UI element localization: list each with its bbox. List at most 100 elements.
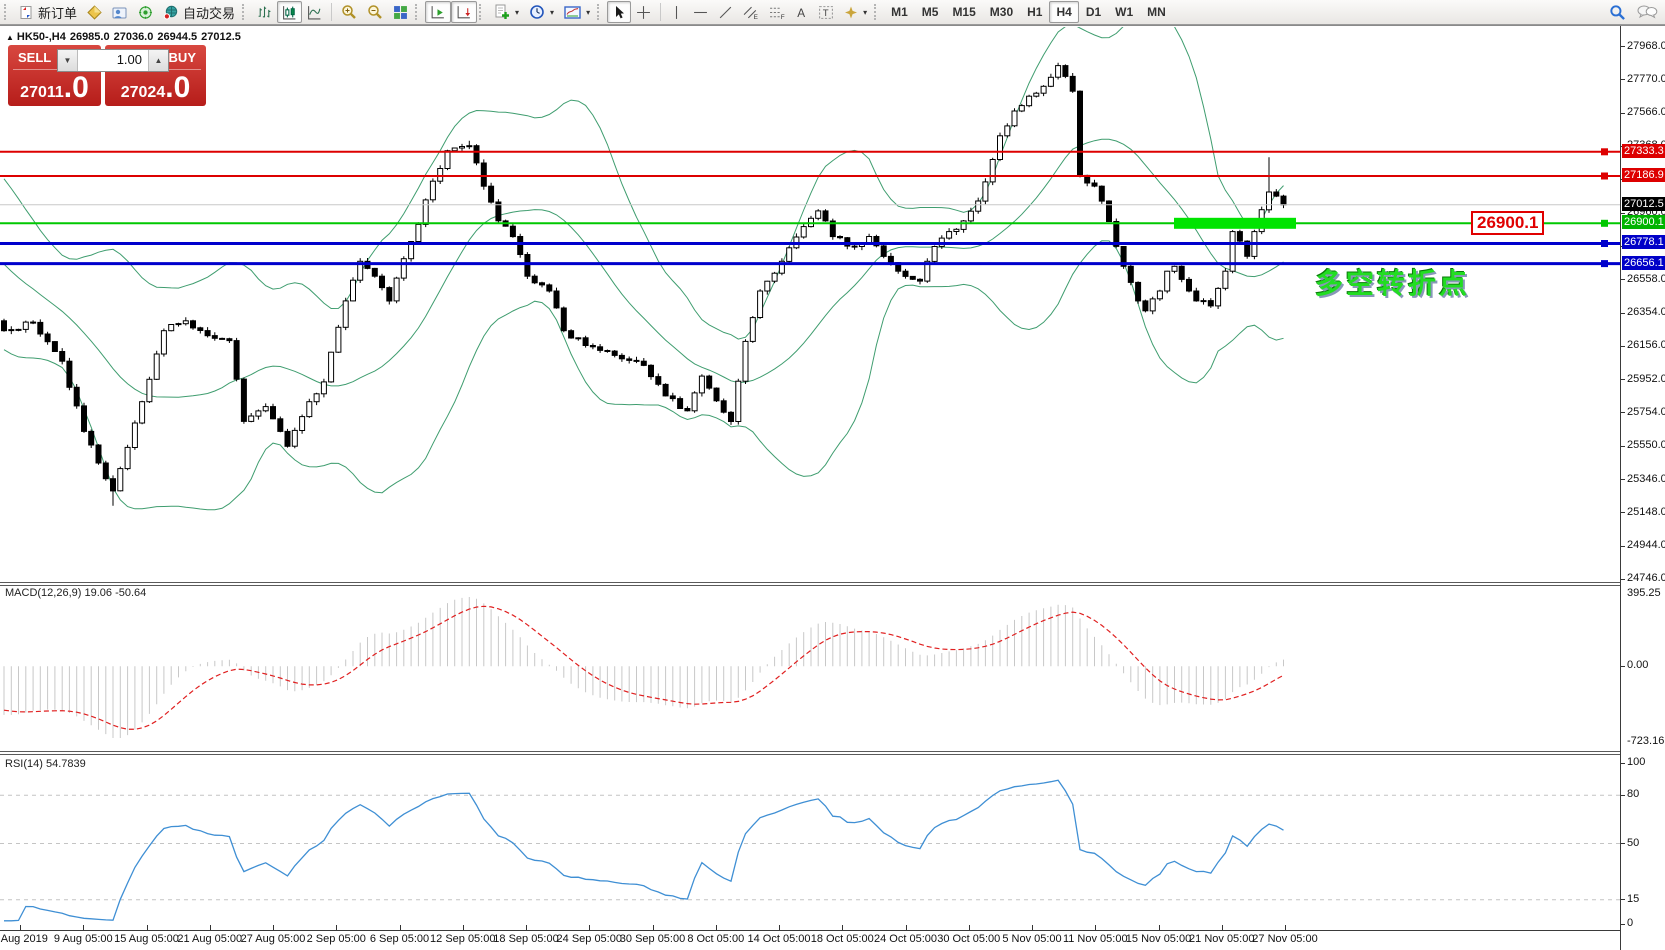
volume-spinner: ▼ 1.00 ▲ <box>57 49 169 72</box>
timeframe-button-m30[interactable]: M30 <box>983 1 1020 23</box>
tile-windows-button[interactable] <box>388 1 413 23</box>
time-axis-label: 21 Aug 05:00 <box>177 933 243 945</box>
pivot-highlight-bar[interactable] <box>1174 217 1296 229</box>
price-tick-mark <box>1621 112 1625 114</box>
volume-increase-button[interactable]: ▲ <box>148 50 168 71</box>
main-chart[interactable] <box>0 27 1620 582</box>
candle-up <box>22 321 29 330</box>
zoom-in-button[interactable] <box>336 1 362 23</box>
text-button[interactable]: A <box>790 1 813 23</box>
candle-up <box>328 351 335 383</box>
periods-button[interactable]: ▾ <box>524 1 559 23</box>
arrows-button[interactable]: ▾ <box>839 1 872 23</box>
navigator-button[interactable] <box>107 1 133 23</box>
timeframe-button-h4[interactable]: H4 <box>1049 1 1079 23</box>
timeframe-button-h1[interactable]: H1 <box>1020 1 1049 23</box>
bar-chart-button[interactable] <box>252 1 277 23</box>
time-tick-mark <box>1095 925 1097 930</box>
rsi-name: RSI(14) <box>5 758 43 770</box>
candle-up <box>982 181 989 202</box>
chart-annotation-text[interactable]: 多空转折点 <box>1315 262 1470 302</box>
tile-windows-icon <box>393 5 408 20</box>
time-tick-mark <box>462 925 464 930</box>
macd-name: MACD(12,26,9) <box>5 587 82 599</box>
autotrading-button[interactable]: 自动交易 <box>158 1 240 23</box>
timeframe-button-m1[interactable]: M1 <box>884 1 915 23</box>
new-order-button[interactable]: 新订单 <box>14 1 82 23</box>
chart-shift-button[interactable] <box>451 1 478 23</box>
candle-down <box>531 275 538 284</box>
price-axis[interactable]: 27968.027770.027566.027368.027164.026960… <box>1620 26 1665 950</box>
rsi-axis-tick <box>1621 762 1625 764</box>
timeframe-button-m5[interactable]: M5 <box>915 1 946 23</box>
candle-up <box>393 277 400 302</box>
collapse-trade-panel-icon[interactable]: ▲ <box>6 33 14 42</box>
toolbar-grip <box>242 4 249 20</box>
rsi-panel-chart[interactable] <box>0 755 1620 930</box>
templates-button[interactable]: ▾ <box>559 1 595 23</box>
level-price-label: 27333.3 <box>1622 143 1665 158</box>
fibonacci-button[interactable]: F <box>764 1 790 23</box>
price-tick-label: 26156.0 <box>1627 339 1665 352</box>
volume-decrease-button[interactable]: ▼ <box>58 50 78 71</box>
price-callout-label[interactable]: 26900.1 <box>1471 211 1545 236</box>
candle-up <box>1040 85 1047 94</box>
autotrading-icon <box>163 5 179 20</box>
price-tick-label: 24944.0 <box>1627 539 1665 552</box>
candle-down <box>1280 195 1287 206</box>
time-tick-mark <box>1158 925 1160 930</box>
auto-scroll-button[interactable] <box>425 1 452 23</box>
candle-up <box>1018 105 1025 112</box>
search-button[interactable] <box>1604 1 1631 23</box>
line-endpoint-marker[interactable] <box>1601 260 1608 268</box>
time-axis-label: 24 Sep 05:00 <box>556 933 622 945</box>
time-tick-mark <box>589 925 591 930</box>
time-axis-label: 18 Oct 05:00 <box>810 933 874 945</box>
candle-up <box>320 381 327 395</box>
macd-panel-chart[interactable] <box>0 585 1620 750</box>
candle-down <box>1077 90 1083 176</box>
candle-up <box>175 323 182 326</box>
candle-down <box>1135 281 1142 302</box>
candle-down <box>1127 265 1134 283</box>
zoom-out-button[interactable] <box>362 1 388 23</box>
market-watch-button[interactable] <box>82 1 107 23</box>
price-tick-label: 27566.0 <box>1627 106 1665 119</box>
timeframe-button-d1[interactable]: D1 <box>1079 1 1108 23</box>
candlestick-chart-button[interactable] <box>277 1 303 23</box>
vertical-line-button[interactable] <box>665 1 688 23</box>
line-endpoint-marker[interactable] <box>1601 148 1608 156</box>
volume-input[interactable]: 1.00 <box>78 50 148 71</box>
line-endpoint-marker[interactable] <box>1601 240 1608 247</box>
dropdown-caret: ▾ <box>550 7 555 17</box>
candle-up <box>742 340 749 382</box>
candle-down <box>618 354 625 360</box>
rsi-axis-label: 15 <box>1627 892 1640 905</box>
timeframe-button-w1[interactable]: W1 <box>1108 1 1140 23</box>
rsi-axis-label: 80 <box>1627 788 1640 801</box>
signals-button[interactable] <box>133 1 158 23</box>
text-label-button[interactable]: T <box>813 1 839 23</box>
price-tick-mark <box>1621 46 1625 48</box>
line-chart-button[interactable] <box>302 1 327 23</box>
time-tick-mark <box>83 925 85 930</box>
line-endpoint-marker[interactable] <box>1601 172 1608 180</box>
panel-separator[interactable] <box>0 582 1620 586</box>
crosshair-button[interactable] <box>631 1 656 23</box>
candle-up <box>989 159 996 183</box>
candle-up <box>1229 231 1236 272</box>
line-endpoint-marker[interactable] <box>1601 219 1608 227</box>
rsi-axis-tick <box>1621 923 1625 925</box>
time-axis-label: 24 Oct 05:00 <box>874 933 937 945</box>
time-axis-label: 12 Sep 05:00 <box>430 933 496 945</box>
horizontal-line-button[interactable] <box>688 1 713 23</box>
indicators-button[interactable]: ▾ <box>489 1 524 23</box>
timeframe-button-mn[interactable]: MN <box>1140 1 1173 23</box>
cursor-button[interactable] <box>607 1 632 23</box>
panel-separator[interactable] <box>0 751 1620 755</box>
chat-button[interactable] <box>1631 1 1663 23</box>
timeframe-button-m15[interactable]: M15 <box>945 1 982 23</box>
candle-up <box>306 401 313 418</box>
trendline-button[interactable] <box>713 1 738 23</box>
channel-button[interactable]: E <box>738 1 764 23</box>
